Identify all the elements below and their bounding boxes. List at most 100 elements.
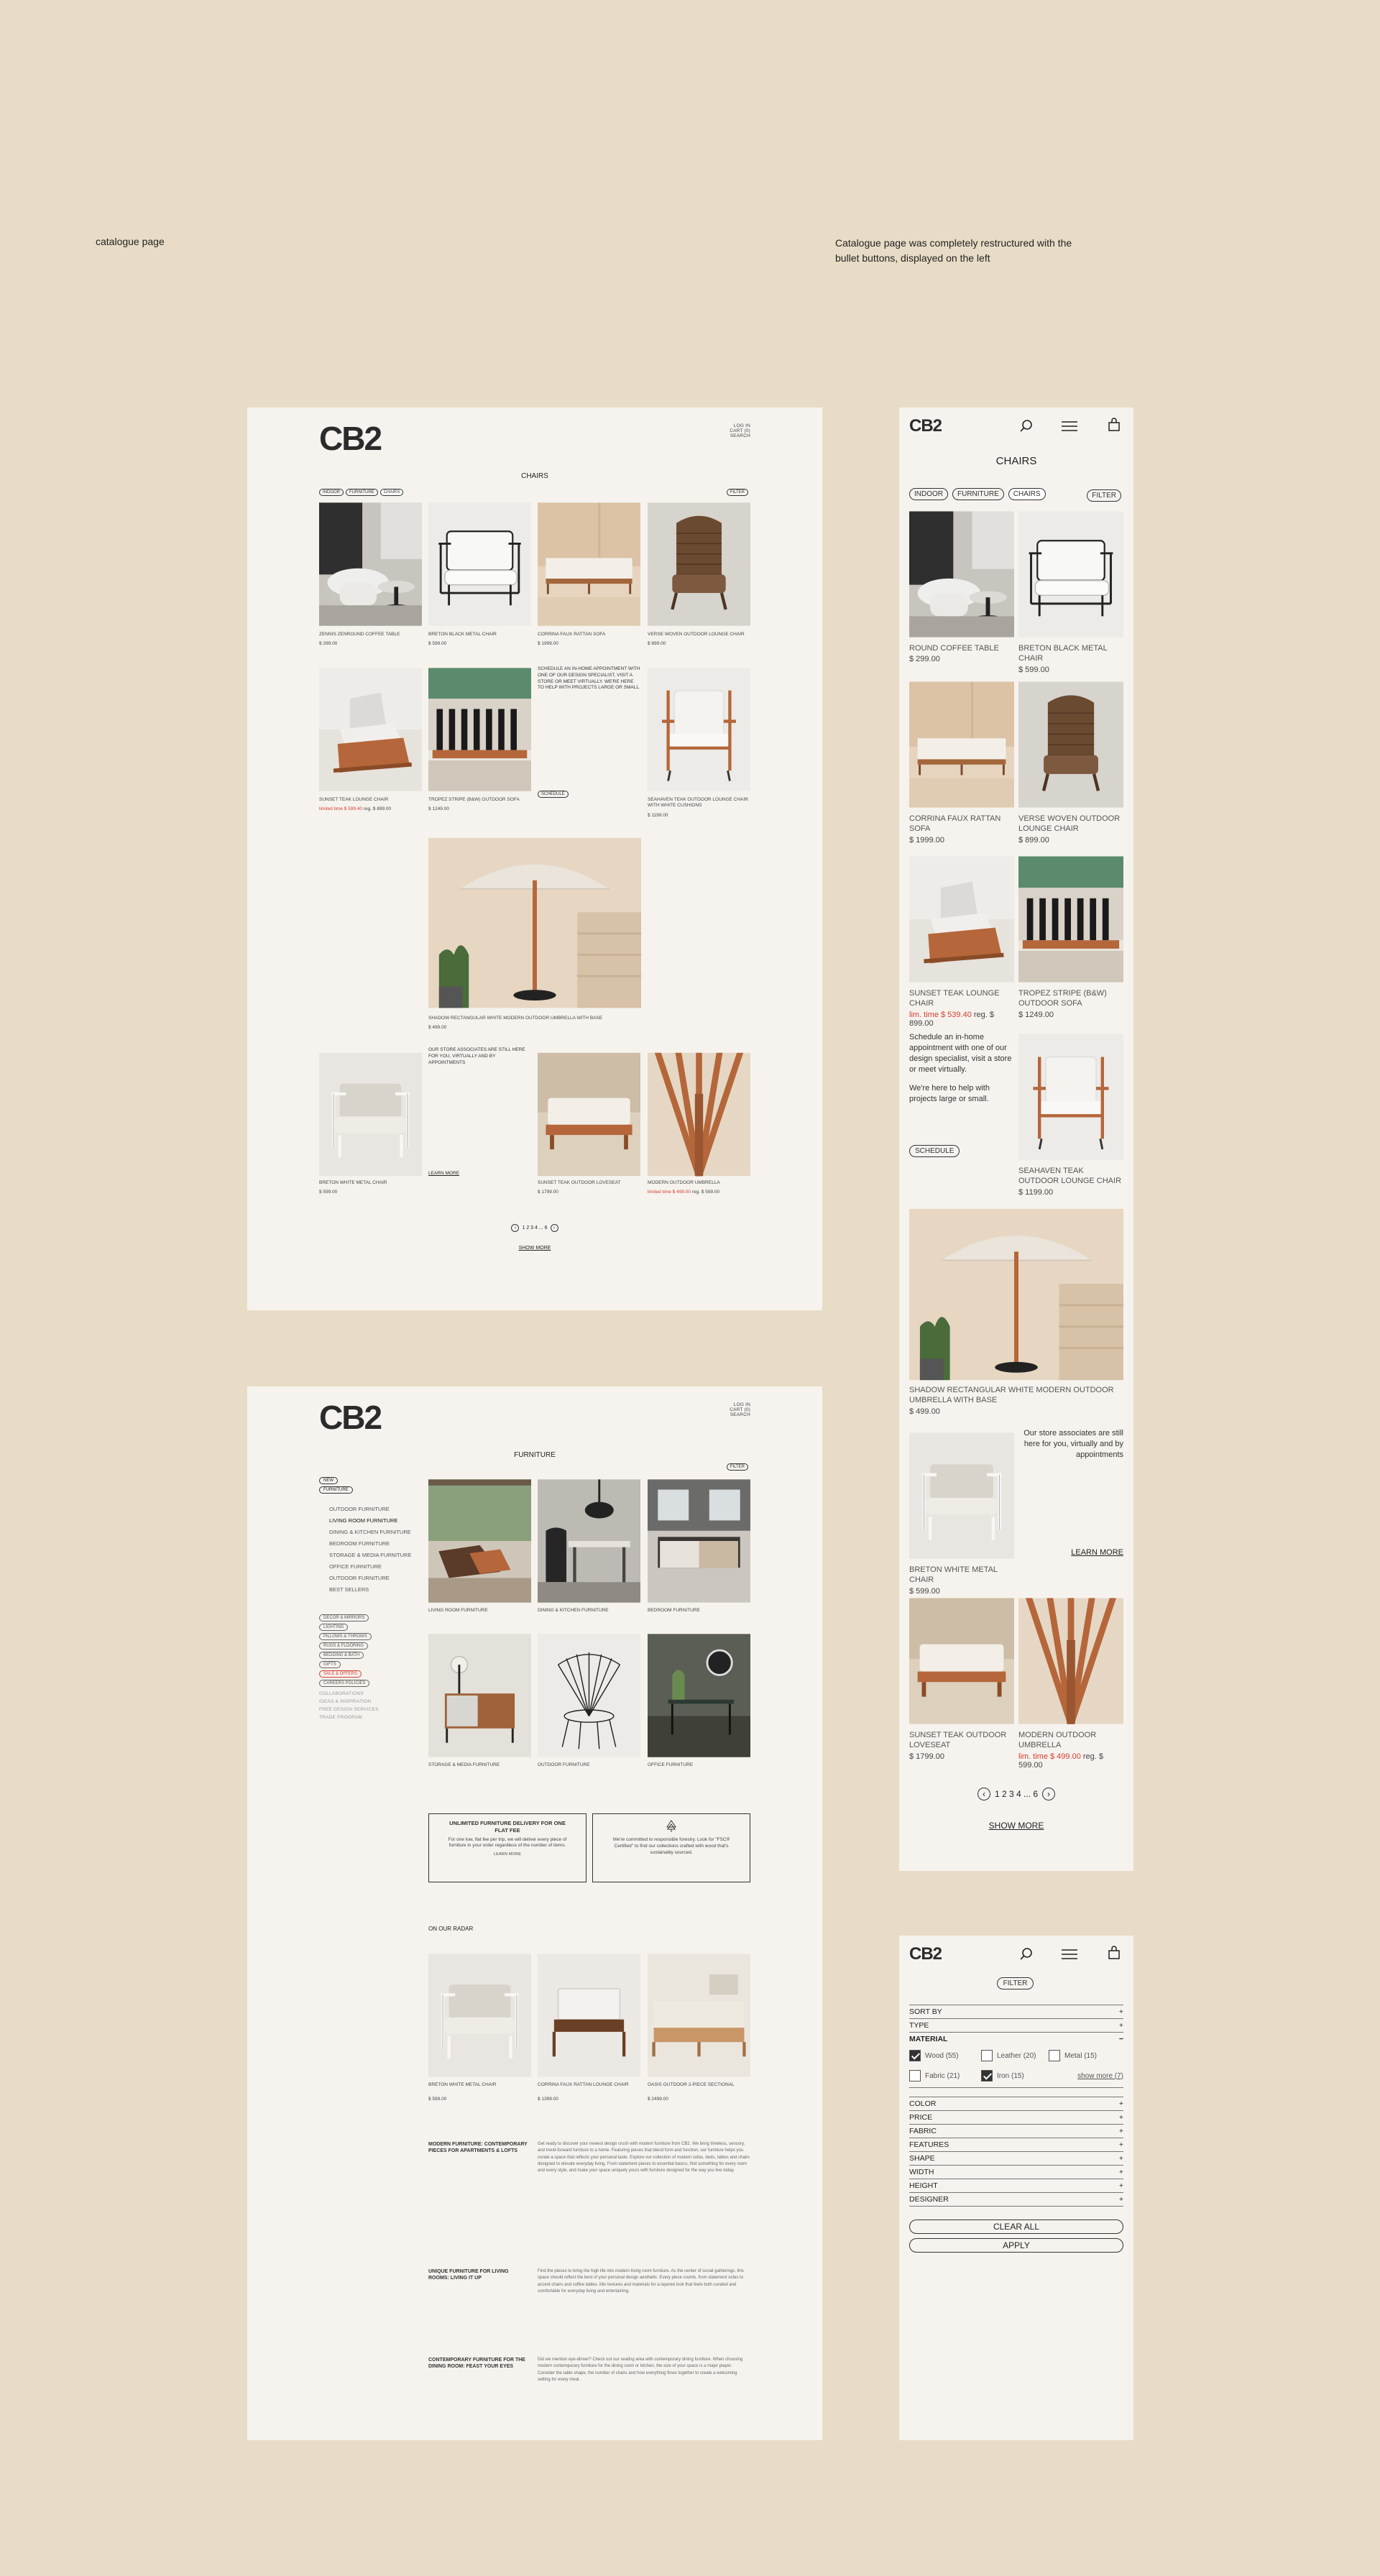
login-link[interactable]: LOG IN — [730, 423, 750, 428]
product-card[interactable]: BRETON BLACK METAL CHAIR $ 599.00 — [428, 500, 531, 646]
sidebar-link[interactable]: TRADE PROGRAM — [319, 1714, 411, 1721]
next-page-icon[interactable]: › — [550, 1224, 558, 1232]
material-option-fabric[interactable]: Fabric (21) — [909, 2070, 981, 2082]
product-card[interactable]: CORRINA FAUX RATTAN SOFA $ 1999.00 — [909, 680, 1014, 845]
filter-row-material[interactable]: MATERIAL − — [909, 2033, 1123, 2046]
sidebar-link[interactable]: FREE DESIGN SERVICES — [319, 1706, 411, 1714]
page-numbers[interactable]: 1 2 3 4 ... 6 — [522, 1225, 547, 1230]
sidebar-pill[interactable]: BEDDING & BATH — [319, 1652, 364, 1659]
filter-button[interactable]: FILTER — [726, 1458, 750, 1471]
chip-chairs[interactable]: CHAIRS — [380, 489, 404, 496]
search-icon[interactable] — [1019, 1947, 1034, 1961]
product-card[interactable]: OASIS OUTDOOR 2-PIECE SECTIONAL $ 2499.00 — [648, 1951, 750, 2102]
product-card[interactable]: SUNSET TEAK LOUNGE CHAIR lim. time $ 539.… — [909, 855, 1014, 1028]
product-card-large[interactable]: SHADOW RECTANGULAR WHITE MODERN OUTDOOR … — [909, 1208, 1123, 1416]
sidebar-item[interactable]: BEDROOM FURNITURE — [329, 1538, 411, 1550]
sidebar-pill[interactable]: LIGHTING — [319, 1624, 349, 1631]
product-card[interactable]: SEAHAVEN TEAK OUTDOOR LOUNGE CHAIR WITH … — [648, 665, 750, 818]
product-card[interactable]: CORRINA FAUX RATTAN SOFA $ 1999.00 — [538, 500, 640, 646]
material-option-leather[interactable]: Leather (20) — [981, 2050, 1049, 2061]
product-card[interactable]: SUNSET TEAK LOUNGE CHAIR limited time $ 5… — [319, 665, 422, 811]
filter-row[interactable]: DESIGNER + — [909, 2193, 1123, 2207]
product-card[interactable]: ROUND COFFEE TABLE $ 299.00 — [909, 510, 1014, 663]
menu-icon[interactable] — [1061, 1949, 1078, 1960]
product-card[interactable]: SEAHAVEN TEAK OUTDOOR LOUNGE CHAIR $ 1199… — [1018, 1032, 1123, 1197]
checkbox-checked[interactable] — [981, 2070, 993, 2082]
brand-logo[interactable]: CB2 — [319, 1398, 382, 1437]
prev-page-icon[interactable]: ‹ — [511, 1224, 520, 1232]
product-card[interactable]: CORRINA FAUX RATTAN LOUNGE CHAIR $ 1399.0… — [538, 1951, 640, 2102]
category-card[interactable]: LIVING ROOM FURNITURE — [428, 1477, 531, 1614]
sidebar-link[interactable]: IDEAS & INSPIRATION — [319, 1698, 411, 1706]
filter-row[interactable]: WIDTH + — [909, 2166, 1123, 2179]
product-card-large[interactable]: SHADOW RECTANGULAR WHITE MODERN OUTDOOR … — [428, 833, 641, 1030]
next-page-icon[interactable]: › — [1042, 1788, 1056, 1800]
search-link[interactable]: SEARCH — [730, 433, 750, 438]
filter-button[interactable]: FILTER — [1087, 488, 1123, 502]
chip-furniture[interactable]: FURNITURE — [952, 488, 1004, 500]
product-card[interactable]: BRETON WHITE METAL CHAIR $ 599.00 — [428, 1951, 531, 2102]
material-option-metal[interactable]: Metal (15) — [1049, 2050, 1123, 2061]
checkbox[interactable] — [1049, 2050, 1060, 2061]
product-card[interactable]: VERSE WOVEN OUTDOOR LOUNGE CHAIR $ 899.00 — [648, 500, 750, 646]
product-card[interactable]: MODERN OUTDOOR UMBRELLA limited time $ 49… — [648, 1052, 750, 1195]
product-card[interactable]: BRETON WHITE METAL CHAIR $ 599.00 — [909, 1431, 1014, 1596]
sidebar-pill[interactable]: RUGS & FLOORING — [319, 1642, 369, 1650]
sidebar-item[interactable]: OFFICE FURNITURE — [329, 1561, 411, 1573]
product-card[interactable]: TROPEZ STRIPE (B&W) OUTDOOR SOFA $ 1249.0… — [428, 665, 531, 811]
show-more-button[interactable]: SHOW MORE — [899, 1821, 1133, 1831]
clear-all-button[interactable]: CLEAR ALL — [909, 2220, 1123, 2234]
product-card[interactable]: VERSE WOVEN OUTDOOR LOUNGE CHAIR $ 899.00 — [1018, 680, 1123, 845]
chip-furniture[interactable]: FURNITURE — [346, 489, 378, 496]
filter-row[interactable]: HEIGHT + — [909, 2179, 1123, 2193]
material-option-iron[interactable]: Iron (15) — [981, 2070, 1049, 2082]
sidebar-pill[interactable]: CAREERS POLICIES — [319, 1680, 370, 1687]
chip-chairs[interactable]: CHAIRS — [1008, 488, 1046, 500]
sidebar-link[interactable]: COLLABORATIONS — [319, 1690, 411, 1698]
sidebar-item[interactable]: STORAGE & MEDIA FURNITURE — [329, 1550, 411, 1561]
schedule-button[interactable]: SCHEDULE — [538, 786, 571, 799]
schedule-button[interactable]: SCHEDULE — [909, 1144, 962, 1157]
cart-icon[interactable] — [1107, 418, 1121, 432]
product-card[interactable]: MODERN OUTDOOR UMBRELLA lim. time $ 499.0… — [1018, 1596, 1123, 1770]
chip-indoor[interactable]: INDOOR — [319, 489, 344, 496]
sidebar-pill[interactable]: PILLOWS & THROWS — [319, 1633, 372, 1640]
filter-button[interactable]: FILTER — [899, 1976, 1133, 1990]
checkbox[interactable] — [909, 2070, 921, 2082]
category-card[interactable]: OFFICE FURNITURE — [648, 1632, 750, 1768]
checkbox[interactable] — [981, 2050, 993, 2061]
sidebar-item[interactable]: BEST SELLERS — [329, 1584, 411, 1596]
show-more-materials[interactable]: show more (7) — [1049, 2070, 1123, 2082]
brand-logo[interactable]: CB2 — [909, 416, 942, 436]
brand-logo[interactable]: CB2 — [909, 1944, 942, 1964]
sidebar-pill-new[interactable]: NEW — [319, 1477, 338, 1484]
search-link[interactable]: SEARCH — [730, 1412, 750, 1417]
filter-row[interactable]: FEATURES + — [909, 2138, 1123, 2152]
material-option-wood[interactable]: Wood (55) — [909, 2050, 981, 2061]
filter-button[interactable]: FILTER — [726, 484, 750, 497]
category-card[interactable]: OUTDOOR FURNITURE — [538, 1632, 640, 1768]
cart-link[interactable]: CART (0) — [730, 428, 750, 433]
sidebar-pill-furniture[interactable]: FURNITURE — [319, 1486, 353, 1494]
page-numbers[interactable]: 1 2 3 4 ... 6 — [995, 1789, 1038, 1799]
cart-icon[interactable] — [1107, 1946, 1121, 1960]
filter-row-sort[interactable]: SORT BY + — [909, 2005, 1123, 2019]
filter-row[interactable]: PRICE + — [909, 2111, 1123, 2125]
chip-indoor[interactable]: INDOOR — [909, 488, 948, 500]
show-more-button[interactable]: SHOW MORE — [247, 1246, 822, 1251]
product-card[interactable]: SUNSET TEAK OUTDOOR LOVESEAT $ 1799.00 — [909, 1596, 1014, 1761]
checkbox-checked[interactable] — [909, 2050, 921, 2061]
menu-icon[interactable] — [1061, 420, 1078, 432]
product-card[interactable]: ZENNIS ZENROUND COFFEE TABLE $ 299.00 — [319, 500, 422, 646]
search-icon[interactable] — [1019, 419, 1034, 433]
promo-learn-more[interactable]: LEARN MORE — [445, 1852, 570, 1857]
sidebar-item[interactable]: OUTDOOR FURNITURE — [329, 1573, 411, 1584]
prev-page-icon[interactable]: ‹ — [977, 1788, 990, 1800]
filter-row[interactable]: SHAPE + — [909, 2152, 1123, 2166]
brand-logo[interactable]: CB2 — [319, 419, 382, 458]
category-card[interactable]: STORAGE & MEDIA FURNITURE — [428, 1632, 531, 1768]
filter-row[interactable]: FABRIC + — [909, 2125, 1123, 2138]
sidebar-item-active[interactable]: LIVING ROOM FURNITURE — [329, 1515, 411, 1527]
product-card[interactable]: SUNSET TEAK OUTDOOR LOVESEAT $ 1799.00 — [538, 1052, 640, 1195]
product-card[interactable]: BRETON WHITE METAL CHAIR $ 599.00 — [319, 1052, 422, 1195]
